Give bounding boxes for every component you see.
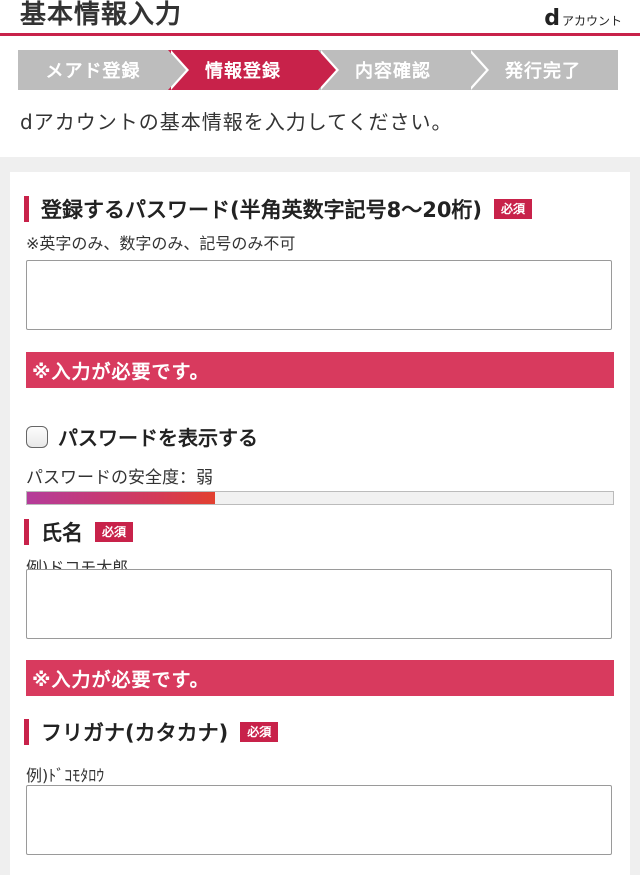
required-badge: 必須 bbox=[95, 521, 134, 543]
required-badge: 必須 bbox=[494, 198, 533, 220]
step-complete: 発行完了 bbox=[468, 50, 618, 90]
d-logo-icon: d bbox=[544, 6, 560, 31]
form-panel: 登録するパスワード(半角英数字記号8〜20桁) 必須 ※英字のみ、数字のみ、記号… bbox=[0, 157, 640, 892]
password-strength-fill bbox=[27, 492, 215, 504]
show-password-row[interactable]: パスワードを表示する bbox=[26, 422, 258, 451]
app-header: 基本情報入力 d アカウント bbox=[0, 0, 640, 36]
d-account-logo: d アカウント bbox=[544, 8, 622, 30]
password-error: ※入力が必要です。 bbox=[26, 352, 614, 388]
furigana-label: フリガナ(カタカナ) bbox=[41, 721, 229, 745]
brand-text: アカウント bbox=[561, 14, 622, 28]
label-accent-bar bbox=[24, 719, 29, 745]
step-confirm: 内容確認 bbox=[318, 50, 489, 90]
page-title: 基本情報入力 bbox=[20, 0, 183, 30]
name-label-row: 氏名 必須 bbox=[24, 517, 134, 547]
password-hint: ※英字のみ、数字のみ、記号のみ不可 bbox=[26, 234, 296, 253]
furigana-input[interactable] bbox=[26, 785, 612, 855]
step-email-registration: メアド登録 bbox=[18, 50, 189, 90]
step-info-registration: 情報登録 bbox=[168, 50, 339, 90]
required-badge: 必須 bbox=[240, 721, 279, 743]
label-accent-bar bbox=[24, 196, 29, 222]
intro-text: dアカウントの基本情報を入力してください。 bbox=[20, 110, 453, 134]
name-error: ※入力が必要です。 bbox=[26, 660, 614, 696]
furigana-hint: 例)ﾄﾞｺﾓﾀﾛｳ bbox=[26, 766, 105, 785]
furigana-label-row: フリガナ(カタカナ) 必須 bbox=[24, 717, 279, 747]
name-input[interactable] bbox=[26, 569, 612, 639]
password-input[interactable] bbox=[26, 260, 612, 330]
progress-steps: メアド登録 情報登録 内容確認 発行完了 bbox=[18, 50, 618, 90]
label-accent-bar bbox=[24, 519, 29, 545]
password-strength-text: パスワードの安全度：弱 bbox=[26, 468, 213, 488]
password-label: 登録するパスワード(半角英数字記号8〜20桁) bbox=[41, 198, 483, 222]
name-label: 氏名 bbox=[41, 521, 83, 545]
show-password-label[interactable]: パスワードを表示する bbox=[58, 422, 258, 451]
password-strength-meter bbox=[26, 491, 614, 505]
form-card: 登録するパスワード(半角英数字記号8〜20桁) 必須 ※英字のみ、数字のみ、記号… bbox=[10, 172, 630, 892]
password-label-row: 登録するパスワード(半角英数字記号8〜20桁) 必須 bbox=[24, 194, 533, 224]
show-password-checkbox[interactable] bbox=[26, 425, 48, 448]
